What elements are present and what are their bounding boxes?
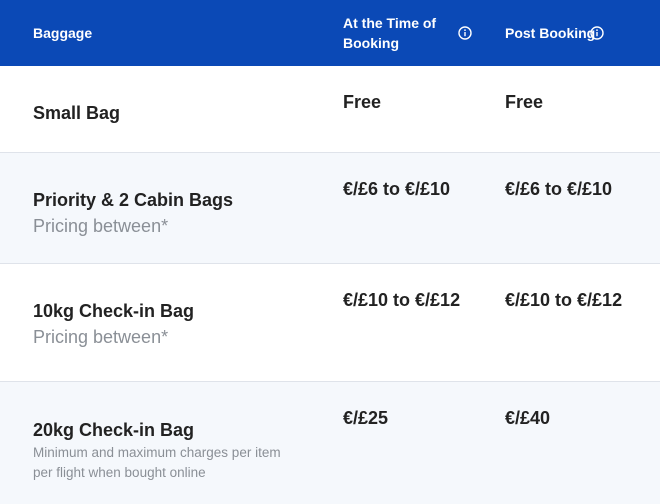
header-baggage: Baggage <box>33 25 93 41</box>
time-of-booking-price: €/£25 <box>343 408 389 428</box>
bag-name: Small Bag <box>33 103 121 123</box>
header-post-booking: Post Booking <box>505 25 596 41</box>
table-header: Baggage At the Time of Booking Post Book… <box>0 0 660 66</box>
post-booking-price: €/£40 <box>505 408 551 428</box>
time-of-booking-price: €/£10 to €/£12 <box>343 290 461 310</box>
table-row: 10kg Check-in Bag Pricing between* €/£10… <box>0 263 660 382</box>
table-row: Priority & 2 Cabin Bags Pricing between*… <box>0 152 660 264</box>
post-booking-price: €/£10 to €/£12 <box>505 290 623 310</box>
time-of-booking-price: €/£6 to €/£10 <box>343 179 451 199</box>
bag-name: 20kg Check-in Bag <box>33 420 195 440</box>
table-row: 20kg Check-in Bag Minimum and maximum ch… <box>0 381 660 504</box>
bag-subtitle: Pricing between* <box>33 216 169 236</box>
header-time-of-booking: At the Time of Booking <box>343 15 437 51</box>
bag-note: Minimum and maximum charges per item per… <box>33 445 281 480</box>
bag-subtitle: Pricing between* <box>33 327 169 347</box>
info-circle-icon[interactable] <box>590 26 604 40</box>
baggage-pricing-table: Baggage At the Time of Booking Post Book… <box>0 0 660 504</box>
post-booking-price: Free <box>505 92 544 112</box>
time-of-booking-price: Free <box>343 92 382 112</box>
table-row: Small Bag Free Free <box>0 66 660 152</box>
post-booking-price: €/£6 to €/£10 <box>505 179 613 199</box>
info-circle-icon[interactable] <box>458 26 472 40</box>
bag-name: 10kg Check-in Bag <box>33 301 195 321</box>
bag-name: Priority & 2 Cabin Bags <box>33 190 234 210</box>
